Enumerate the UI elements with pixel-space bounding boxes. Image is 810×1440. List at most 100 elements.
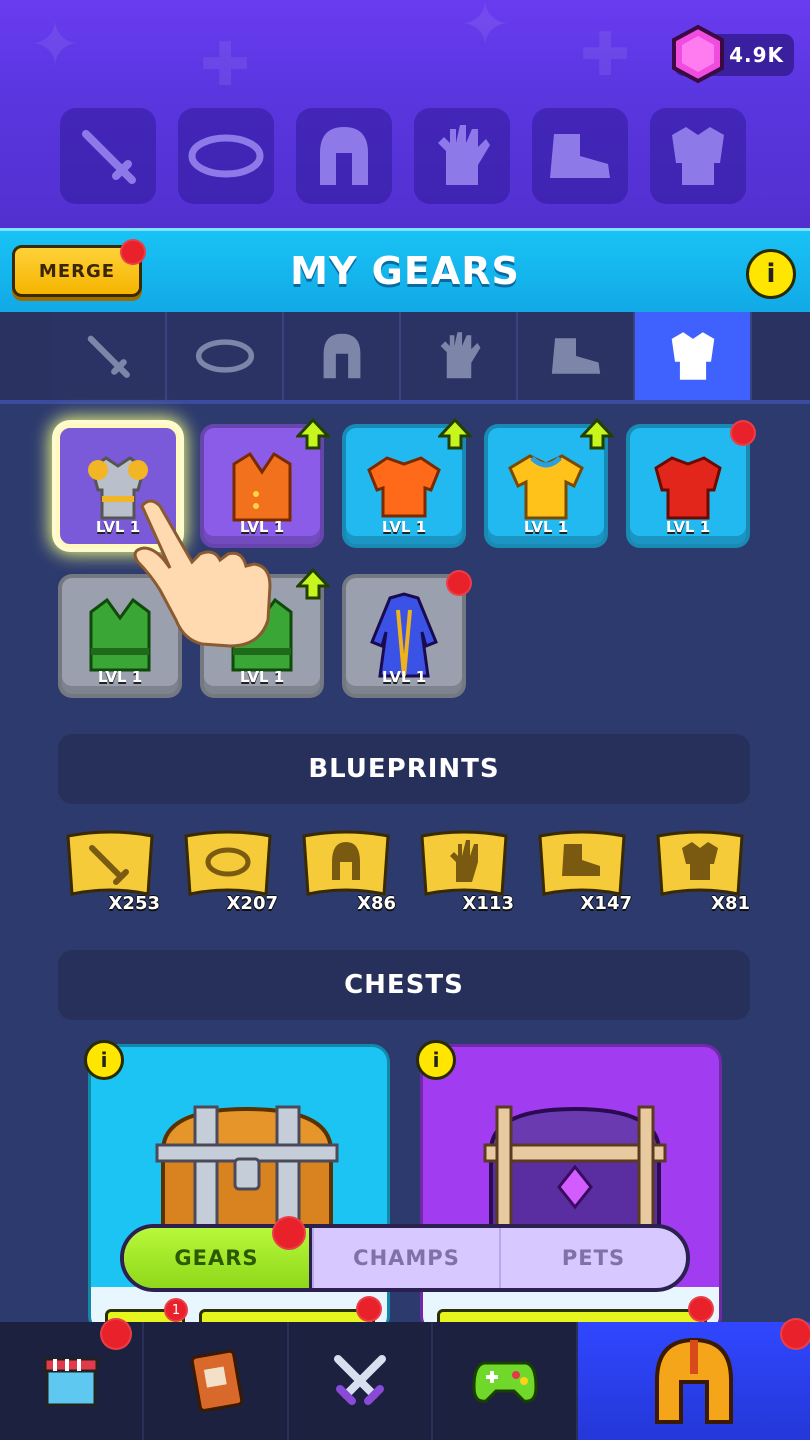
purple-chest-icon — [483, 1105, 667, 1239]
notification-dot — [688, 1296, 714, 1322]
blueprint-count: X207 — [226, 893, 278, 914]
nav-minigames[interactable] — [433, 1322, 578, 1440]
segment-champs-label: CHAMPS — [353, 1246, 460, 1270]
equip-slot-glove[interactable] — [414, 108, 510, 204]
tutorial-hand-icon — [133, 499, 272, 648]
upgrade-arrow-icon — [580, 418, 614, 450]
armor-icon — [672, 127, 724, 185]
blueprint-scroll-icon — [66, 830, 154, 896]
gear-card-wizard-robe[interactable]: LVL 1 — [342, 574, 466, 698]
helmet-icon — [654, 1337, 733, 1424]
red-armor-icon — [654, 456, 722, 520]
tab-gloves[interactable] — [401, 312, 518, 400]
blueprint-count: X253 — [108, 893, 160, 914]
blueprints-section-header: BLUEPRINTS — [58, 734, 750, 804]
notification-dot — [356, 1296, 382, 1322]
segment-pets[interactable]: PETS — [499, 1228, 686, 1288]
glove-icon — [440, 332, 480, 379]
upgrade-arrow-icon — [296, 418, 330, 450]
gamepad-icon — [472, 1361, 538, 1403]
gear-level: LVL 1 — [97, 668, 143, 686]
blueprint-glove[interactable]: X113 — [418, 828, 514, 914]
orange-breastplate-icon — [367, 456, 441, 518]
sword-icon — [82, 130, 136, 184]
page-title: MY GEARS — [290, 249, 520, 293]
notification-dot — [272, 1216, 306, 1250]
equip-slot-armor[interactable] — [650, 108, 746, 204]
blueprint-count: X147 — [580, 893, 632, 914]
nav-gears[interactable] — [577, 1322, 810, 1440]
wooden-chest-icon — [155, 1105, 339, 1239]
blueprint-boots[interactable]: X147 — [536, 828, 632, 914]
chests-title: CHESTS — [344, 970, 464, 1000]
blueprint-count: X86 — [357, 893, 396, 914]
tab-helmets[interactable] — [284, 312, 401, 400]
gear-card-red-armor[interactable]: LVL 1 — [626, 424, 750, 548]
background-pattern: ✚ — [200, 30, 251, 100]
blueprints-title: BLUEPRINTS — [308, 754, 500, 784]
shop-icon — [43, 1357, 99, 1407]
gem-counter[interactable]: 4.9K — [672, 24, 794, 84]
segment-champs[interactable]: CHAMPS — [312, 1228, 499, 1288]
category-tabs — [50, 312, 752, 400]
chest-info-button[interactable]: i — [84, 1040, 124, 1080]
gears-header: MERGE MY GEARS i — [0, 228, 810, 312]
equip-slot-helmet[interactable] — [296, 108, 392, 204]
gem-count: 4.9K — [729, 43, 784, 67]
blueprint-scroll-icon — [656, 830, 744, 896]
equip-slot-weapon[interactable] — [60, 108, 156, 204]
blueprint-scroll-icon — [302, 830, 390, 896]
tabs-underline — [0, 400, 810, 404]
ring-icon — [188, 134, 264, 178]
blueprint-weapon[interactable]: X253 — [64, 828, 160, 914]
gear-level: LVL 1 — [523, 518, 569, 536]
helmet-icon — [320, 127, 368, 185]
nav-battle[interactable] — [289, 1322, 434, 1440]
top-band: ✦ ✚ ✦ ✚ 4.9K — [0, 0, 810, 228]
notification-dot — [730, 420, 756, 446]
blueprint-ring[interactable]: X207 — [182, 828, 278, 914]
background-pattern: ✦ — [460, 0, 511, 60]
segment-gears-label: GEARS — [174, 1246, 259, 1270]
equip-slot-boots[interactable] — [532, 108, 628, 204]
book-icon — [190, 1350, 243, 1412]
wizard-robe-icon — [370, 592, 438, 678]
tab-weapons[interactable] — [50, 312, 167, 400]
notification-dot — [100, 1318, 132, 1350]
upgrade-arrow-icon — [438, 418, 472, 450]
collection-segment-control: GEARS CHAMPS PETS — [120, 1224, 690, 1292]
blueprint-count: X81 — [711, 893, 750, 914]
blueprint-scroll-icon — [538, 830, 626, 896]
crossed-swords-icon — [334, 1355, 387, 1405]
yellow-tunic-icon — [508, 454, 584, 520]
boot-icon — [550, 134, 610, 178]
gear-level: LVL 1 — [239, 668, 285, 686]
info-button[interactable]: i — [746, 249, 796, 299]
notification-dot — [446, 570, 472, 596]
boot-icon — [551, 338, 600, 374]
nav-journal[interactable] — [144, 1322, 289, 1440]
gem-icon — [672, 24, 724, 84]
glove-icon — [438, 125, 490, 185]
equip-slot-ring[interactable] — [178, 108, 274, 204]
tab-armor[interactable] — [635, 312, 752, 400]
blueprint-count: X113 — [462, 893, 514, 914]
helmet-icon — [323, 333, 360, 379]
sword-icon — [87, 335, 130, 378]
armor-icon — [671, 332, 714, 380]
tab-rings[interactable] — [167, 312, 284, 400]
tab-boots[interactable] — [518, 312, 635, 400]
blueprint-helmet[interactable]: X86 — [300, 828, 396, 914]
blueprint-scroll-icon — [420, 830, 508, 896]
upgrade-arrow-icon — [296, 568, 330, 600]
ring-icon — [195, 339, 254, 373]
info-icon: i — [766, 259, 776, 289]
blueprint-armor[interactable]: X81 — [654, 828, 750, 914]
chest-badge: 1 — [164, 1298, 188, 1322]
chest-info-button[interactable]: i — [416, 1040, 456, 1080]
segment-pets-label: PETS — [561, 1246, 626, 1270]
notification-dot — [780, 1318, 810, 1350]
chest-badge-count: 1 — [171, 1302, 181, 1318]
gear-level: LVL 1 — [665, 518, 711, 536]
background-pattern: ✦ — [30, 10, 81, 80]
